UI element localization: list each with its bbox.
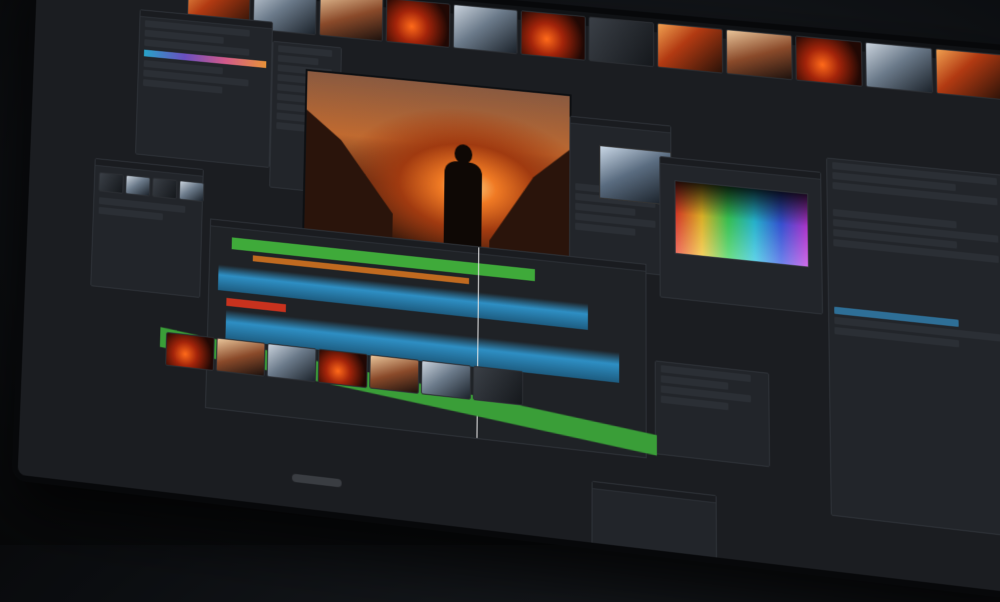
- media-thumbnail[interactable]: [178, 180, 205, 203]
- media-thumbnail[interactable]: [125, 174, 151, 197]
- clip-thumbnail[interactable]: [657, 22, 724, 74]
- right-properties-panel: [826, 157, 1000, 541]
- device-frame: [11, 0, 1000, 602]
- timeline-clip[interactable]: [472, 365, 524, 406]
- clip-thumbnail[interactable]: [865, 41, 934, 94]
- timeline-clip[interactable]: [369, 354, 420, 394]
- clip-thumbnail[interactable]: [725, 29, 793, 81]
- panel-title: [592, 481, 716, 504]
- browser-row[interactable]: [277, 54, 319, 66]
- effects-panel: [654, 360, 771, 468]
- clip-thumbnail[interactable]: [452, 4, 518, 55]
- left-settings-panel: [135, 9, 274, 168]
- timeline-clip[interactable]: [215, 337, 266, 377]
- timeline-clip[interactable]: [317, 348, 368, 389]
- timeline-clip[interactable]: [266, 343, 317, 383]
- panel-title: [660, 157, 821, 180]
- panel-title: [570, 116, 671, 134]
- timeline-clip[interactable]: [420, 360, 472, 400]
- clip-thumbnail[interactable]: [520, 10, 586, 61]
- media-thumbnail[interactable]: [98, 171, 124, 194]
- clip-thumbnail[interactable]: [318, 0, 384, 42]
- color-scope: [674, 180, 810, 268]
- bottom-effects-panel: [591, 480, 717, 560]
- media-thumbnail[interactable]: [151, 177, 178, 200]
- clip-thumbnail[interactable]: [588, 16, 655, 68]
- clip-thumbnail[interactable]: [385, 0, 451, 48]
- media-thumb-strip: [98, 171, 205, 203]
- timeline-clip[interactable]: [165, 331, 215, 372]
- subject-silhouette: [443, 160, 483, 253]
- media-pool-panel: [90, 157, 205, 299]
- editor-screen: [17, 0, 1000, 595]
- clip-thumbnail[interactable]: [935, 48, 1000, 101]
- clip-thumbnail[interactable]: [795, 35, 863, 87]
